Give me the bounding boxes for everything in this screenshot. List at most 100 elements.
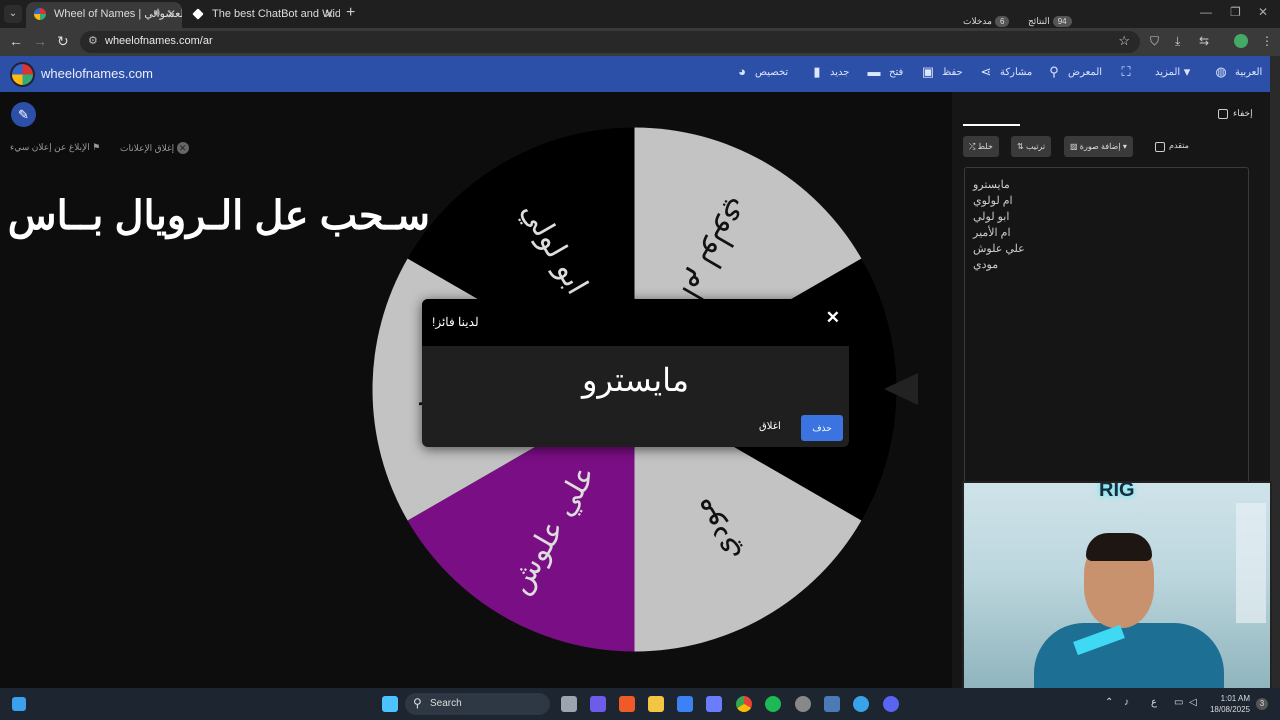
browser-tab-chatbot[interactable]: The best ChatBot and Widgets ✕: [184, 2, 340, 28]
address-bar-row: ← → ↻ ⚙ wheelofnames.com/ar ☆ ⛉ ⤓ ⇆ ⋮: [0, 28, 1280, 56]
entry-line: ابو لولي: [973, 211, 1010, 223]
tab-entries-label: مدخلات: [963, 16, 992, 26]
tab-results[interactable]: النتائج 94: [1028, 16, 1072, 27]
chatbot-favicon-icon: [192, 8, 204, 20]
clock[interactable]: 1:01 AM 18/08/2025: [1210, 693, 1250, 715]
hide-checkbox[interactable]: [1218, 109, 1228, 119]
share-icon[interactable]: ⋖: [979, 65, 993, 79]
back-icon[interactable]: ←: [9, 33, 23, 49]
tab-search-button[interactable]: ⌄: [4, 5, 22, 23]
close-tab-icon[interactable]: ✕: [324, 2, 334, 26]
tab-title: Wheel of Names | العشوائي: [54, 8, 182, 20]
winner-dialog: لدينا فائز! ✕ مايسترو اغلاق حذف: [422, 299, 849, 447]
tray-chevron-icon[interactable]: ⌃: [1105, 697, 1113, 708]
menu-more[interactable]: المزيد: [1155, 67, 1180, 78]
brave-icon[interactable]: [619, 696, 635, 712]
folder-icon[interactable]: ▬: [867, 65, 881, 79]
windows-start-icon[interactable]: [382, 696, 398, 712]
globe-icon[interactable]: ◍: [1214, 65, 1228, 79]
reload-icon[interactable]: ↻: [57, 33, 69, 50]
close-ads-link[interactable]: إغلاق الإعلانات ✕: [120, 142, 189, 154]
entry-line: ام الأمير: [973, 227, 1011, 239]
forward-icon[interactable]: →: [33, 33, 47, 49]
browser-tab-wheel[interactable]: Wheel of Names | العشوائي 🔊︎ ✕: [26, 2, 182, 28]
speaker-icon[interactable]: 🔊︎: [154, 2, 160, 26]
report-ad-link[interactable]: الإبلاغ عن إعلان سيء ⚑: [10, 142, 100, 153]
add-image-button[interactable]: ▨ إضافة صورة ▾: [1064, 136, 1133, 157]
delete-winner-button[interactable]: حذف: [801, 415, 843, 441]
chrome-icon[interactable]: [736, 696, 752, 712]
extension-icon[interactable]: ⛉: [1150, 34, 1159, 49]
chevron-down-icon: ▾: [1122, 142, 1127, 151]
dialog-close-button[interactable]: اغلاق: [759, 421, 781, 432]
file-explorer-icon[interactable]: [648, 696, 664, 712]
sort-button[interactable]: ⇅ ترتيب: [1011, 136, 1052, 157]
widgets-icon[interactable]: [12, 697, 26, 711]
shuffle-button[interactable]: ⤮ خلط: [963, 136, 999, 157]
flag-icon: ⚑: [92, 142, 101, 152]
store-icon[interactable]: [677, 696, 693, 712]
microphone-icon[interactable]: ♪: [1124, 697, 1129, 708]
taskbar-search[interactable]: ⚲ Search: [405, 693, 550, 715]
palette-icon[interactable]: ◕: [735, 65, 749, 79]
pencil-icon[interactable]: ✎: [11, 102, 36, 127]
new-file-icon[interactable]: ▮: [810, 65, 824, 79]
task-view-icon[interactable]: [561, 696, 577, 712]
webcam-person-body: [1034, 623, 1224, 689]
close-tab-icon[interactable]: ✕: [166, 2, 176, 26]
menu-new[interactable]: جديد: [830, 67, 849, 78]
rig-logo: RIG: [1099, 481, 1135, 501]
webcam-light: [1236, 503, 1266, 623]
close-window-icon[interactable]: ✕: [1258, 5, 1268, 19]
promo-text: سـحب عل الـرويال بــاس: [7, 194, 430, 238]
app-icon[interactable]: [853, 696, 869, 712]
chevron-down-icon[interactable]: ▾: [1180, 65, 1194, 79]
close-icon[interactable]: ✕: [826, 308, 840, 328]
omnibox[interactable]: ⚙ wheelofnames.com/ar ☆: [80, 31, 1140, 53]
close-circle-icon: ✕: [176, 142, 189, 154]
bookmark-star-icon[interactable]: ☆: [1118, 33, 1130, 49]
shuffle-icon: ⤮: [969, 142, 976, 151]
entries-textarea[interactable]: مايسترو ام لولوي ابو لولي ام الأمير علي …: [964, 167, 1249, 485]
search-icon[interactable]: ⚲: [1047, 65, 1061, 79]
report-ad-label: الإبلاغ عن إعلان سيء: [10, 142, 90, 152]
volume-icon[interactable]: ◁: [1189, 697, 1197, 708]
notification-badge[interactable]: 3: [1256, 698, 1268, 710]
menu-customize[interactable]: تخصيص: [755, 67, 788, 78]
app-icon[interactable]: [706, 696, 722, 712]
taskbar: ⚲ Search ⌃ ♪ ع ▭ ◁ 1:01 AM 18/08/2025 3: [0, 688, 1280, 720]
menu-open[interactable]: فتح: [889, 67, 903, 78]
tab-entries[interactable]: مدخلات 6: [963, 16, 1010, 27]
minimize-icon[interactable]: —: [1200, 5, 1212, 19]
download-icon[interactable]: ⤓: [1175, 34, 1180, 49]
site-info-icon[interactable]: ⚙: [88, 34, 98, 47]
logo-icon[interactable]: [10, 62, 35, 87]
menu-save[interactable]: حفظ: [942, 67, 963, 78]
logo-text[interactable]: wheelofnames.com: [41, 66, 153, 81]
network-icon[interactable]: ▭: [1174, 697, 1183, 708]
advanced-checkbox[interactable]: [1155, 142, 1165, 152]
discord-icon[interactable]: [883, 696, 899, 712]
image-icon: ▨: [1070, 142, 1078, 151]
menu-language[interactable]: العربية: [1235, 67, 1262, 78]
close-ads-label: إغلاق الإعلانات: [120, 143, 175, 153]
profile-avatar[interactable]: [1234, 34, 1248, 48]
menu-share[interactable]: مشاركة: [1000, 67, 1032, 78]
input-language[interactable]: ع: [1151, 697, 1157, 708]
browser-menu-icon[interactable]: ⋮: [1261, 34, 1273, 48]
dialog-title: لدينا فائز!: [432, 315, 479, 329]
entry-line: ام لولوي: [973, 195, 1013, 207]
image-viewer-icon[interactable]: [824, 696, 840, 712]
save-icon[interactable]: ▣: [921, 65, 935, 79]
translate-icon[interactable]: ⇆: [1199, 34, 1209, 48]
teams-icon[interactable]: [590, 696, 606, 712]
tab-title: The best ChatBot and Widgets: [212, 8, 340, 20]
fullscreen-icon[interactable]: ⛶: [1119, 65, 1133, 79]
wheel-favicon-icon: [34, 8, 46, 20]
spotify-icon[interactable]: [765, 696, 781, 712]
menu-gallery[interactable]: المعرض: [1068, 67, 1102, 78]
new-tab-button[interactable]: +: [346, 4, 355, 22]
restore-icon[interactable]: ❐: [1230, 5, 1241, 19]
entry-line: مودي: [973, 259, 999, 271]
steam-icon[interactable]: [795, 696, 811, 712]
